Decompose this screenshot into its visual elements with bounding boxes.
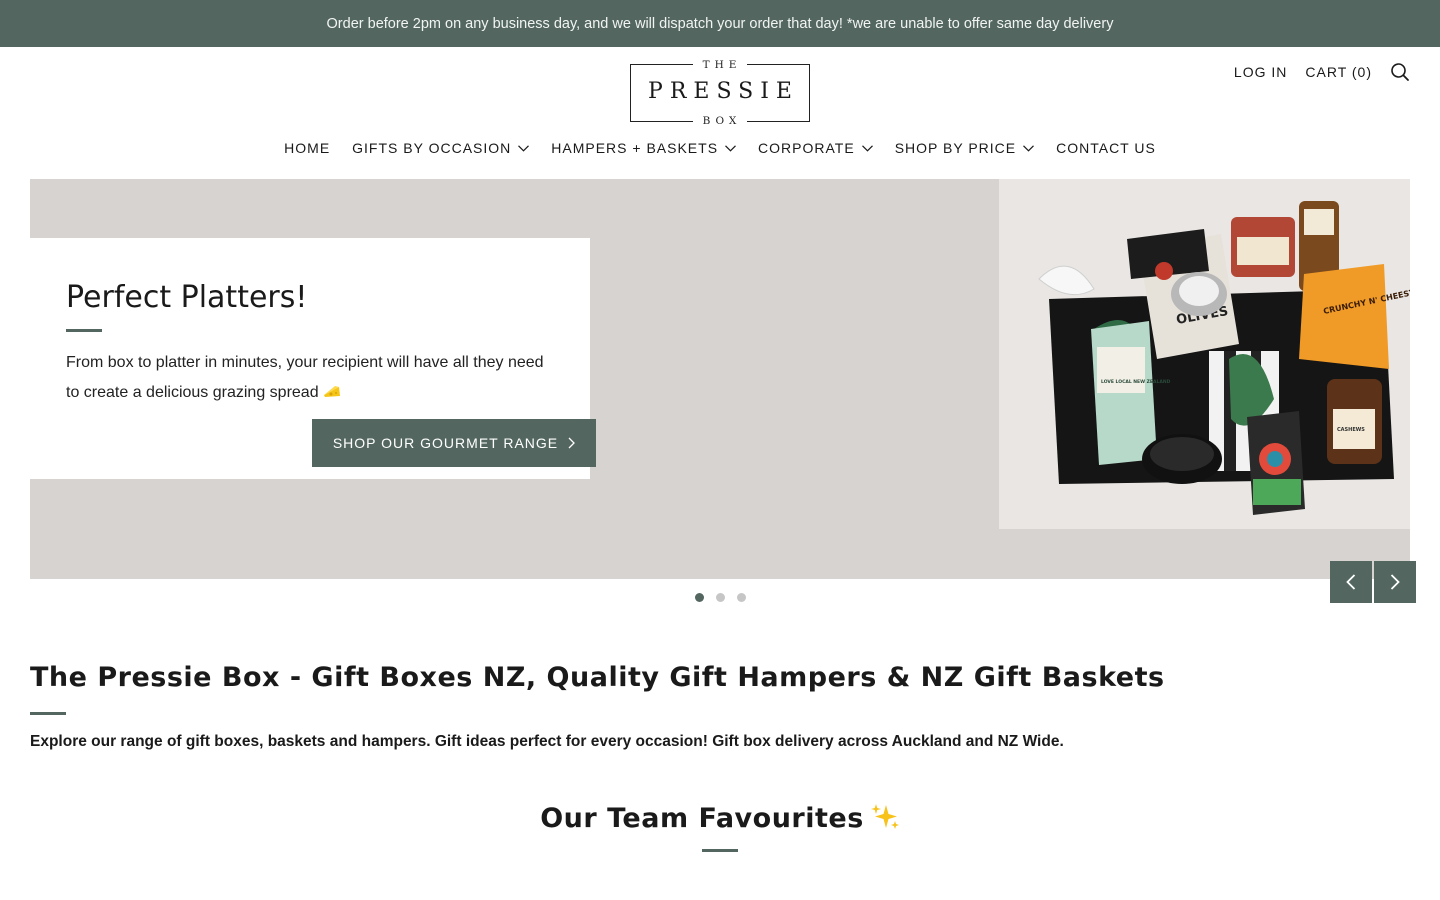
hero-title: Perfect Platters! bbox=[66, 280, 308, 315]
nav-item-label: SHOP BY PRICE bbox=[894, 140, 1017, 156]
nav-item-label: GIFTS BY OCCASION bbox=[352, 140, 512, 156]
nav-item-hampers-baskets[interactable]: HAMPERS + BASKETS bbox=[551, 140, 736, 156]
hero-description: From box to platter in minutes, your rec… bbox=[66, 348, 556, 408]
slideshow-prev-button[interactable] bbox=[1330, 561, 1372, 603]
announcement-text: Order before 2pm on any business day, an… bbox=[326, 15, 1114, 32]
cheese-icon bbox=[323, 386, 340, 397]
slideshow-next-button[interactable] bbox=[1374, 561, 1416, 603]
slide-dot-1[interactable] bbox=[695, 593, 704, 602]
favourites-heading: Our Team Favourites bbox=[0, 802, 1440, 834]
chevron-down-icon bbox=[1023, 144, 1035, 152]
chevron-right-icon bbox=[1390, 574, 1400, 590]
nav-item-label: CORPORATE bbox=[758, 140, 855, 156]
page-title: The Pressie Box - Gift Boxes NZ, Quality… bbox=[30, 662, 1165, 693]
login-link[interactable]: LOG IN bbox=[1234, 64, 1287, 80]
nav-item-home[interactable]: HOME bbox=[284, 140, 330, 156]
chevron-left-icon bbox=[1346, 574, 1356, 590]
nav-item-shop-by-price[interactable]: SHOP BY PRICE bbox=[894, 140, 1035, 156]
cart-link[interactable]: CART (0) bbox=[1305, 64, 1372, 80]
site-logo[interactable]: THE PRESSIE BOX bbox=[630, 59, 810, 127]
chevron-down-icon bbox=[725, 144, 736, 152]
slide-dot-2[interactable] bbox=[716, 593, 725, 602]
nav-item-gifts-by-occasion[interactable]: GIFTS BY OCCASION bbox=[352, 140, 530, 156]
cta-label: SHOP OUR GOURMET RANGE bbox=[332, 435, 559, 451]
hero-image-label-cashews: CASHEWS bbox=[1337, 427, 1365, 433]
search-icon[interactable] bbox=[1390, 62, 1410, 82]
favourites-title: Our Team Favourites bbox=[540, 803, 864, 834]
main-navigation: HOME GIFTS BY OCCASION HAMPERS + BASKETS… bbox=[0, 140, 1440, 156]
sparkles-icon bbox=[870, 804, 899, 829]
shop-gourmet-range-button[interactable]: SHOP OUR GOURMET RANGE bbox=[312, 419, 596, 467]
nav-item-corporate[interactable]: CORPORATE bbox=[758, 140, 873, 156]
page-intro: Explore our range of gift boxes, baskets… bbox=[30, 733, 1064, 750]
page-title-divider bbox=[30, 712, 66, 715]
logo-top-text: THE bbox=[630, 59, 810, 71]
hero-title-divider bbox=[66, 329, 102, 332]
nav-item-label: HAMPERS + BASKETS bbox=[551, 140, 719, 156]
hero-product-image: OLIVES CRUNCHY N' CHEESY LOVE LOCAL NEW … bbox=[999, 179, 1410, 529]
chevron-right-icon bbox=[568, 437, 576, 449]
slideshow-dots bbox=[695, 593, 746, 602]
nav-item-contact-us[interactable]: CONTACT US bbox=[1056, 140, 1156, 156]
nav-item-label: CONTACT US bbox=[1056, 140, 1156, 156]
announcement-bar: Order before 2pm on any business day, an… bbox=[0, 0, 1440, 47]
favourites-divider bbox=[702, 849, 738, 852]
header-actions: LOG IN CART (0) bbox=[1234, 62, 1410, 82]
hero-description-text: From box to platter in minutes, your rec… bbox=[66, 354, 544, 401]
hero-image-label-love-local: LOVE LOCAL NEW ZEALAND bbox=[1101, 379, 1171, 385]
nav-item-label: HOME bbox=[284, 140, 331, 156]
slide-dot-3[interactable] bbox=[737, 593, 746, 602]
logo-bottom-text: BOX bbox=[630, 115, 810, 127]
logo-main-text: PRESSIE bbox=[648, 79, 799, 104]
chevron-down-icon bbox=[518, 144, 530, 152]
chevron-down-icon bbox=[861, 144, 873, 152]
